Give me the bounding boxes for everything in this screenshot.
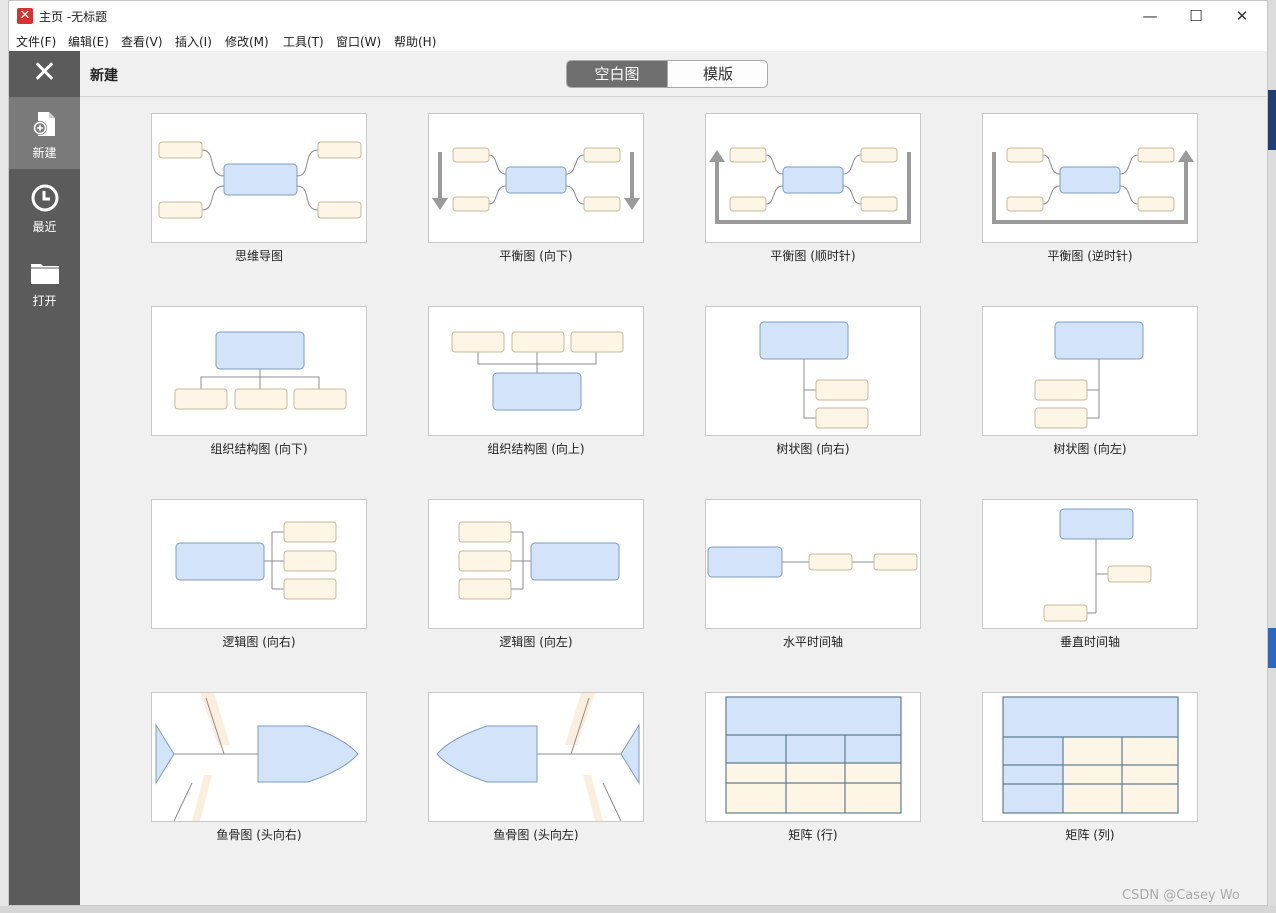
template-thumbnail [705,692,921,822]
watermark: CSDN @Casey Wo [1122,888,1240,903]
minimize-button[interactable]: — [1127,1,1173,31]
template-logic-right[interactable]: 逻辑图 (向右) [151,499,367,659]
template-label: 树状图 (向左) [1053,442,1127,456]
template-thumbnail [428,113,644,243]
template-org-down[interactable]: 组织结构图 (向下) [151,306,367,466]
template-thumbnail [151,113,367,243]
sidebar-item-label: 打开 [32,294,57,308]
folder-icon [31,264,59,284]
template-balance-cw[interactable]: 平衡图 (顺时针) [705,113,921,273]
template-thumbnail [151,499,367,629]
template-fish-right[interactable]: 鱼骨图 (头向右) [151,692,367,852]
template-thumbnail [982,306,1198,436]
maximize-button[interactable]: ☐ [1173,1,1219,31]
template-thumbnail [428,499,644,629]
template-thumbnail [151,306,367,436]
template-matrix-col[interactable]: 矩阵 (列) [982,692,1198,852]
menu-bar: 文件(F) 编辑(E) 查看(V) 插入(I) 修改(M) 工具(T) 窗口(W… [9,31,1267,51]
menu-edit[interactable]: 编辑(E) [67,33,110,50]
app-logo-icon: ✕ [17,8,33,24]
sidebar-item-open[interactable]: 打开 [9,245,80,317]
clock-icon [31,184,59,212]
menu-help[interactable]: 帮助(H) [393,33,437,50]
sidebar-item-recent[interactable]: 最近 [9,171,80,243]
background-app-strip [1268,90,1276,150]
menu-insert[interactable]: 插入(I) [174,33,213,50]
template-label: 鱼骨图 (头向左) [493,828,579,842]
template-thumbnail [151,692,367,822]
title-bar: ✕ 主页 -无标题 — ☐ ✕ [9,1,1267,31]
background-bottom-strip [0,906,1276,913]
tab-blank[interactable]: 空白图 [567,61,667,87]
menu-file[interactable]: 文件(F) [15,33,57,50]
sidebar: ✕ 新建 最近 打开 [9,51,80,905]
sidebar-item-label: 新建 [32,146,57,160]
sidebar-item-label: 最近 [32,220,57,234]
new-file-icon [33,112,55,136]
template-thumbnail [705,499,921,629]
background-app-strip [1268,628,1276,668]
template-label: 矩阵 (行) [788,828,838,842]
template-thumbnail [428,692,644,822]
template-label: 树状图 (向右) [776,442,850,456]
template-label: 鱼骨图 (头向右) [216,828,302,842]
template-label: 矩阵 (列) [1065,828,1115,842]
template-label: 平衡图 (顺时针) [770,249,856,263]
template-label: 组织结构图 (向上) [487,442,585,456]
template-gallery: 思维导图 平衡图 (向下) 平衡图 (顺时针) 平衡图 (逆时针) 组织结构图 … [80,97,1267,905]
template-label: 逻辑图 (向左) [499,635,573,649]
template-balance-ccw[interactable]: 平衡图 (逆时针) [982,113,1198,273]
template-fish-left[interactable]: 鱼骨图 (头向左) [428,692,644,852]
template-label: 逻辑图 (向右) [222,635,296,649]
template-label: 组织结构图 (向下) [210,442,308,456]
template-label: 平衡图 (向下) [499,249,573,263]
window-title: 主页 -无标题 [39,10,108,24]
template-label: 水平时间轴 [782,635,843,649]
template-thumbnail [705,113,921,243]
page-title: 新建 [90,68,118,84]
mode-toggle: 空白图 模版 [566,60,768,88]
close-panel-button[interactable]: ✕ [9,51,80,95]
close-window-button[interactable]: ✕ [1219,1,1265,31]
template-thumbnail [705,306,921,436]
template-thumbnail [982,499,1198,629]
template-matrix-row[interactable]: 矩阵 (行) [705,692,921,852]
template-thumbnail [982,113,1198,243]
template-label: 平衡图 (逆时针) [1047,249,1133,263]
template-tree-right[interactable]: 树状图 (向右) [705,306,921,466]
template-balance-down[interactable]: 平衡图 (向下) [428,113,644,273]
template-timeline-h[interactable]: 水平时间轴 [705,499,921,659]
template-tree-left[interactable]: 树状图 (向左) [982,306,1198,466]
menu-modify[interactable]: 修改(M) [224,33,270,50]
template-logic-left[interactable]: 逻辑图 (向左) [428,499,644,659]
main-window: ✕ 主页 -无标题 — ☐ ✕ 文件(F) 编辑(E) 查看(V) 插入(I) … [8,0,1268,906]
menu-window[interactable]: 窗口(W) [335,33,382,50]
template-thumbnail [428,306,644,436]
menu-view[interactable]: 查看(V) [120,33,164,50]
menu-tools[interactable]: 工具(T) [282,33,325,50]
template-mindmap[interactable]: 思维导图 [151,113,367,273]
template-thumbnail [982,692,1198,822]
tab-templates[interactable]: 模版 [667,61,767,87]
template-timeline-v[interactable]: 垂直时间轴 [982,499,1198,659]
template-org-up[interactable]: 组织结构图 (向上) [428,306,644,466]
template-label: 思维导图 [234,249,283,263]
template-label: 垂直时间轴 [1059,635,1120,649]
header-bar: 新建 空白图 模版 [80,51,1267,97]
sidebar-item-new[interactable]: 新建 [9,97,80,169]
